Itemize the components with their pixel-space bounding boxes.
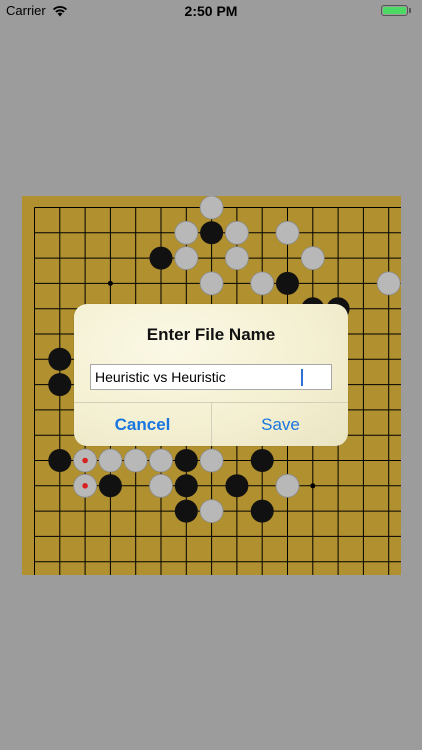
white-stone xyxy=(174,220,199,245)
white-stone xyxy=(376,271,401,296)
save-button[interactable]: Save xyxy=(212,403,348,446)
black-stone xyxy=(149,246,173,270)
battery-icon xyxy=(381,5,413,17)
black-stone xyxy=(200,221,224,245)
white-stone xyxy=(199,448,224,473)
black-stone xyxy=(174,449,198,472)
white-stone xyxy=(199,499,224,524)
white-stone xyxy=(275,473,300,498)
file-name-input[interactable] xyxy=(90,364,332,390)
cancel-button[interactable]: Cancel xyxy=(74,403,211,446)
status-bar: Carrier 2:50 PM xyxy=(0,0,422,22)
black-stone xyxy=(250,449,274,472)
black-stone xyxy=(174,474,198,498)
last-move-marker xyxy=(82,457,88,464)
white-stone xyxy=(250,271,275,296)
white-stone xyxy=(149,473,173,498)
black-stone xyxy=(48,449,72,472)
white-stone xyxy=(300,246,325,270)
black-stone xyxy=(225,474,249,498)
white-stone xyxy=(199,271,224,296)
battery-fill xyxy=(383,7,406,14)
black-stone xyxy=(250,499,274,523)
white-stone xyxy=(224,246,249,270)
file-name-dialog: Enter File Name Cancel Save xyxy=(74,304,348,446)
star-point xyxy=(107,280,113,286)
white-stone xyxy=(275,220,300,245)
black-stone xyxy=(98,474,122,498)
white-stone xyxy=(199,196,224,220)
white-stone xyxy=(174,246,199,270)
black-stone xyxy=(48,373,72,397)
dialog-title: Enter File Name xyxy=(146,325,276,344)
black-stone xyxy=(276,271,299,295)
clock-time: 2:50 PM xyxy=(184,3,238,19)
white-stone xyxy=(224,220,249,245)
white-stone xyxy=(98,448,123,473)
star-point xyxy=(310,483,316,489)
white-stone xyxy=(123,448,148,473)
text-caret xyxy=(301,369,303,386)
black-stone xyxy=(174,499,198,523)
white-stone xyxy=(149,448,173,473)
last-move-marker xyxy=(82,483,88,489)
black-stone xyxy=(48,347,72,371)
